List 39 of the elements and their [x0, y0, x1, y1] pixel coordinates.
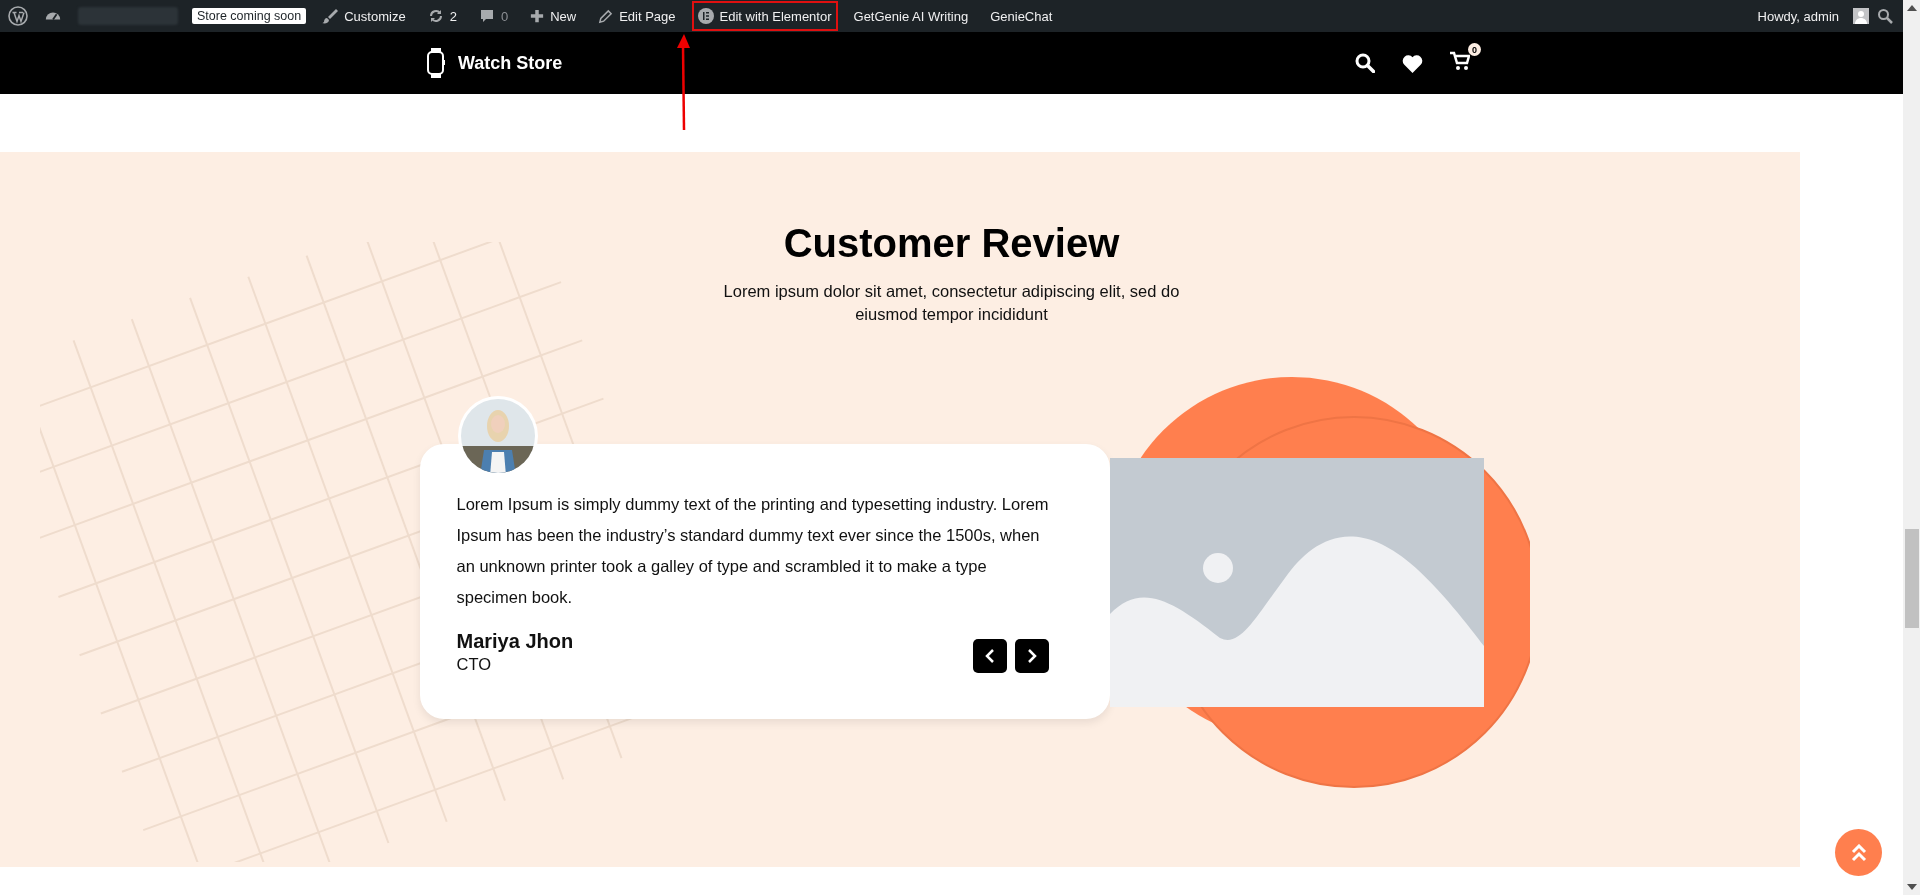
scrollbar[interactable]: [1903, 0, 1920, 895]
image-placeholder-icon: [1109, 458, 1484, 707]
watch-icon: [426, 48, 446, 78]
search-icon[interactable]: [1355, 53, 1375, 73]
search-icon[interactable]: [1877, 8, 1893, 24]
store-logo-text[interactable]: Watch Store: [458, 52, 563, 74]
admin-bar-link[interactable]: 2: [421, 1, 463, 31]
reviewer-name: Mariya Jhon: [456, 629, 574, 653]
scroll-down-icon[interactable]: [1907, 884, 1917, 890]
admin-bar-link[interactable]: Customize: [316, 1, 412, 31]
double-chevron-up-icon: [1850, 843, 1867, 862]
reviewer-role: CTO: [456, 654, 493, 675]
admin-bar-link[interactable]: Edit with Elementor: [691, 1, 838, 31]
scrollbar-thumb[interactable]: [1905, 529, 1919, 628]
store-status-badge: Store coming soon: [192, 8, 307, 24]
brush-icon: [322, 8, 339, 24]
chevron-left-icon: [984, 649, 995, 663]
account-link[interactable]: Howdy, admin: [1751, 1, 1845, 31]
section-title: Customer Review: [783, 220, 1120, 266]
comment-icon: [478, 8, 495, 24]
heart-icon[interactable]: [1402, 53, 1423, 73]
review-text: Lorem Ipsum is simply dummy text of the printing and typesetting industry. Lorem Ipsum has been the industry’s standard dummy text ever since the 1500s, when an unknown printer took a galley of type and scrambled it to make a type specimen book.: [456, 494, 1050, 608]
refresh-icon: [427, 8, 444, 24]
admin-bar-link[interactable]: 0: [472, 1, 515, 31]
section-subtitle: Lorem ipsum dolor sit amet, consectetur adipiscing elit, sed do eiusmod tempor incididunt: [722, 281, 1181, 325]
admin-bar-link[interactable]: Edit Page: [592, 1, 682, 31]
cart-count-badge: 0: [1468, 43, 1481, 56]
cart-icon[interactable]: [1450, 51, 1470, 71]
pencil-icon: [598, 8, 614, 24]
elementor-icon: [697, 8, 714, 24]
admin-bar-link[interactable]: GetGenie AI Writing: [847, 1, 975, 31]
chevron-right-icon: [1026, 649, 1037, 663]
next-button[interactable]: [1014, 639, 1049, 673]
scroll-up-icon[interactable]: [1907, 5, 1917, 11]
admin-bar-link[interactable]: GenieChat: [984, 1, 1059, 31]
plus-icon: [530, 9, 545, 23]
previous-button[interactable]: [972, 639, 1007, 673]
admin-bar-link[interactable]: New: [524, 1, 583, 31]
wordpress-logo-icon[interactable]: [8, 6, 28, 26]
